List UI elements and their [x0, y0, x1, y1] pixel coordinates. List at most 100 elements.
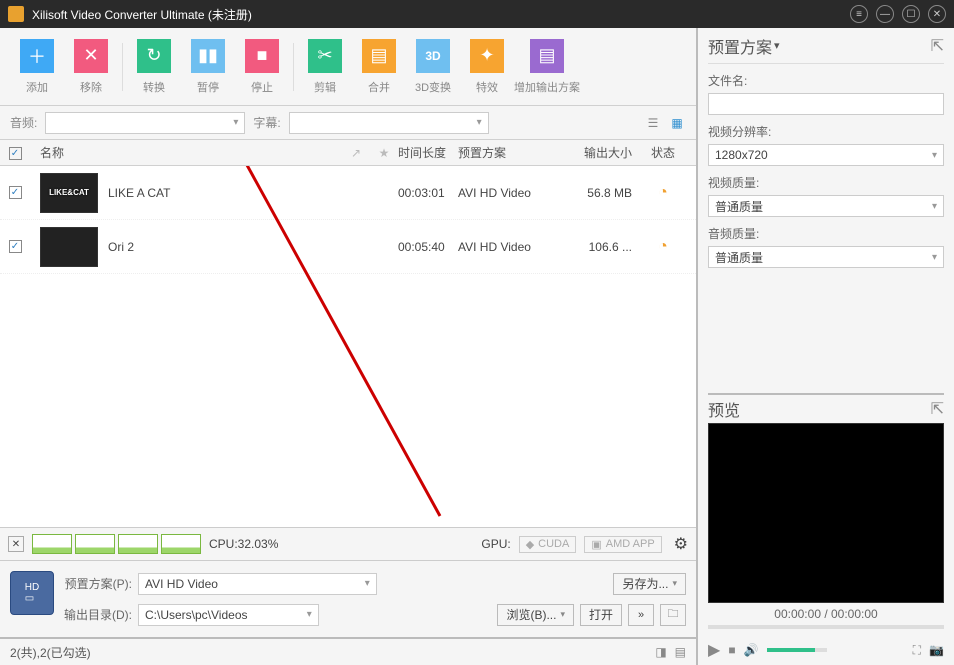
audio-select[interactable] [45, 112, 245, 134]
file-name: Ori 2 [98, 240, 342, 254]
row-checkbox[interactable]: ✓ [9, 186, 22, 199]
open-label: 打开 [589, 606, 613, 623]
files-icon: ▤ [530, 39, 564, 73]
file-preset: AVI HD Video [458, 186, 568, 200]
convert-label: 转换 [143, 79, 165, 95]
folder-tree-button[interactable]: 🗀 [660, 604, 686, 626]
toolbar: ＋添加 ✕移除 ↻转换 ▮▮暂停 ■停止 ✂剪辑 ▤合并 3D3D变换 ✦特效 … [0, 28, 696, 106]
filename-input[interactable] [708, 93, 944, 115]
grid-view-icon[interactable]: ▦ [668, 116, 686, 130]
cut-button[interactable]: ✂剪辑 [298, 39, 352, 95]
stop-label: 停止 [251, 79, 273, 95]
seek-slider[interactable] [708, 625, 944, 629]
settings-icon[interactable]: ≡ [850, 5, 868, 23]
merge-button[interactable]: ▤合并 [352, 39, 406, 95]
gpu-label: GPU: [481, 537, 510, 551]
file-list: ✓ LIKE&CAT LIKE A CAT 00:03:01 AVI HD Vi… [0, 166, 696, 527]
cpu-graphs [32, 534, 201, 554]
col-sort-icon[interactable]: ↗ [342, 146, 370, 160]
col-preset[interactable]: 预置方案 [458, 144, 568, 161]
panel-icon[interactable]: ◨ [655, 645, 666, 659]
col-status[interactable]: 状态 [638, 144, 688, 161]
separator [122, 43, 123, 91]
stop-icon: ■ [245, 39, 279, 73]
addprofile-label: 增加输出方案 [514, 79, 580, 95]
cpu-core-graph [161, 534, 201, 554]
col-time[interactable]: 时间长度 [398, 144, 458, 161]
table-row[interactable]: ✓ LIKE&CAT LIKE A CAT 00:03:01 AVI HD Vi… [0, 166, 696, 220]
col-size[interactable]: 输出大小 [568, 144, 638, 161]
fullscreen-icon[interactable]: ⛶ [913, 643, 921, 658]
browse-button[interactable]: 浏览(B)... [497, 604, 574, 626]
x-icon: ✕ [74, 39, 108, 73]
cpu-prefix: CPU: [209, 537, 238, 551]
output-value: C:\Users\pc\Videos [145, 608, 248, 622]
col-name[interactable]: 名称 [30, 144, 342, 161]
popout-icon[interactable]: ⇱ [931, 36, 944, 56]
chevron-down-icon[interactable]: ▾ [774, 39, 780, 52]
thumbnail [40, 227, 98, 267]
convert-button[interactable]: ↻转换 [127, 39, 181, 95]
save-as-button[interactable]: 另存为... [613, 573, 686, 595]
add-button[interactable]: ＋添加 [10, 39, 64, 95]
add-profile-button[interactable]: ▤ 增加输出方案 [514, 39, 580, 95]
cuda-badge[interactable]: ◆CUDA [519, 536, 577, 553]
play-icon[interactable]: ▶ [708, 640, 720, 660]
select-all-checkbox[interactable]: ✓ [9, 147, 22, 160]
window-title: Xilisoft Video Converter Ultimate (未注册) [32, 6, 850, 23]
volume-slider[interactable] [767, 648, 827, 652]
file-name: LIKE A CAT [98, 186, 342, 200]
3d-icon: 3D [416, 39, 450, 73]
app-icon [8, 6, 24, 22]
preview-title: 预览 [708, 397, 740, 421]
subtitle-select[interactable] [289, 112, 489, 134]
open-button[interactable]: 打开 [580, 604, 622, 626]
status-bar: 2(共),2(已勾选) ◨ ▤ [0, 639, 696, 665]
stop-button[interactable]: ■ 停止 [235, 39, 289, 95]
popout-icon[interactable]: ⇱ [931, 399, 944, 419]
grid-header: ✓ 名称 ↗ ★ 时间长度 预置方案 输出大小 状态 [0, 140, 696, 166]
fx-label: 特效 [476, 79, 498, 95]
remove-button[interactable]: ✕移除 [64, 39, 118, 95]
row-checkbox[interactable]: ✓ [9, 240, 22, 253]
expand-button[interactable]: » [628, 604, 654, 626]
cpu-core-graph [32, 534, 72, 554]
profile-title: 预置方案 [708, 34, 772, 58]
cpu-core-graph [75, 534, 115, 554]
table-row[interactable]: ✓ Ori 2 00:05:40 AVI HD Video 106.6 ... … [0, 220, 696, 274]
file-duration: 00:03:01 [398, 186, 458, 200]
vquality-select[interactable]: 普通质量 [708, 195, 944, 217]
merge-label: 合并 [368, 79, 390, 95]
browse-label: 浏览(B)... [506, 606, 556, 623]
volume-icon[interactable]: 🔊 [744, 643, 759, 657]
3d-label: 3D变换 [415, 79, 451, 95]
status-text: 2(共),2(已勾选) [10, 644, 91, 661]
effects-button[interactable]: ✦特效 [460, 39, 514, 95]
close-perf-button[interactable]: ✕ [8, 536, 24, 552]
minimize-icon[interactable]: — [876, 5, 894, 23]
snapshot-icon[interactable]: 📷 [929, 643, 944, 657]
preset-select[interactable]: AVI HD Video [138, 573, 377, 595]
cuda-text: CUDA [538, 538, 569, 550]
resolution-value: 1280x720 [715, 148, 768, 162]
3d-button[interactable]: 3D 3D变换 [406, 39, 460, 95]
clock-icon: ◔ [638, 238, 688, 256]
cpu-core-graph [118, 534, 158, 554]
amd-badge[interactable]: ▣AMD APP [584, 536, 661, 553]
view-switch: ☰ ▦ [644, 116, 686, 130]
stop-icon[interactable]: ■ [728, 643, 735, 657]
aquality-select[interactable]: 普通质量 [708, 246, 944, 268]
menu-icon[interactable]: ▤ [675, 645, 686, 659]
output-path-select[interactable]: C:\Users\pc\Videos [138, 604, 319, 626]
gear-icon[interactable]: ⚙ [674, 534, 688, 554]
maximize-icon[interactable]: ☐ [902, 5, 920, 23]
col-star-icon[interactable]: ★ [370, 146, 398, 160]
preview-stage [708, 423, 944, 603]
list-view-icon[interactable]: ☰ [644, 116, 662, 130]
cpu-label: CPU:32.03% [209, 537, 278, 551]
close-icon[interactable]: ✕ [928, 5, 946, 23]
resolution-select[interactable]: 1280x720 [708, 144, 944, 166]
pause-label: 暂停 [197, 79, 219, 95]
pause-button[interactable]: ▮▮暂停 [181, 39, 235, 95]
preset-label: 预置方案(P): [62, 575, 132, 592]
